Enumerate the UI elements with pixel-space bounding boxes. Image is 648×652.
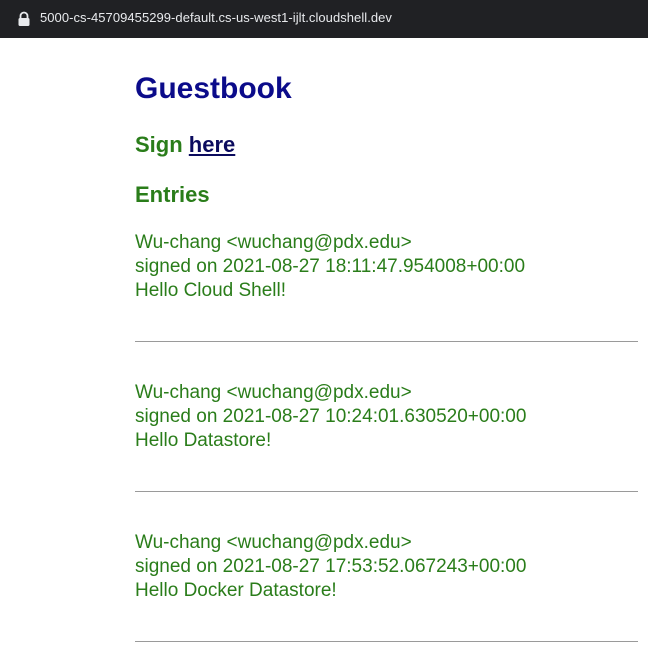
guestbook-entry: Wu-chang <wuchang@pdx.edu> signed on 202… [135,381,638,492]
entry-divider [135,641,638,642]
entries-heading: Entries [135,182,210,207]
entry-author: Wu-chang <wuchang@pdx.edu> [135,382,412,403]
entry-author: Wu-chang <wuchang@pdx.edu> [135,532,412,553]
entry-divider [135,341,638,342]
entry-timestamp: signed on 2021-08-27 10:24:01.630520+00:… [135,406,527,427]
entry-author: Wu-chang <wuchang@pdx.edu> [135,232,412,253]
entry-divider [135,491,638,492]
sign-line: Sign here [135,131,235,159]
entry-timestamp: signed on 2021-08-27 18:11:47.954008+00:… [135,256,526,277]
url-text[interactable]: 5000-cs-45709455299-default.cs-us-west1-… [40,10,392,25]
sign-prefix: Sign [135,132,183,157]
entry-message: Hello Datastore! [135,430,272,451]
entry-message: Hello Docker Datastore! [135,580,337,601]
page-title: Guestbook [135,72,292,105]
guestbook-entry: Wu-chang <wuchang@pdx.edu> signed on 202… [135,231,638,342]
entry-timestamp: signed on 2021-08-27 17:53:52.067243+00:… [135,556,527,577]
sign-here-link[interactable]: here [189,132,235,157]
lock-icon [18,11,30,26]
guestbook-entry: Wu-chang <wuchang@pdx.edu> signed on 202… [135,531,638,642]
address-bar[interactable]: 5000-cs-45709455299-default.cs-us-west1-… [0,0,648,38]
entry-message: Hello Cloud Shell! [135,280,287,301]
